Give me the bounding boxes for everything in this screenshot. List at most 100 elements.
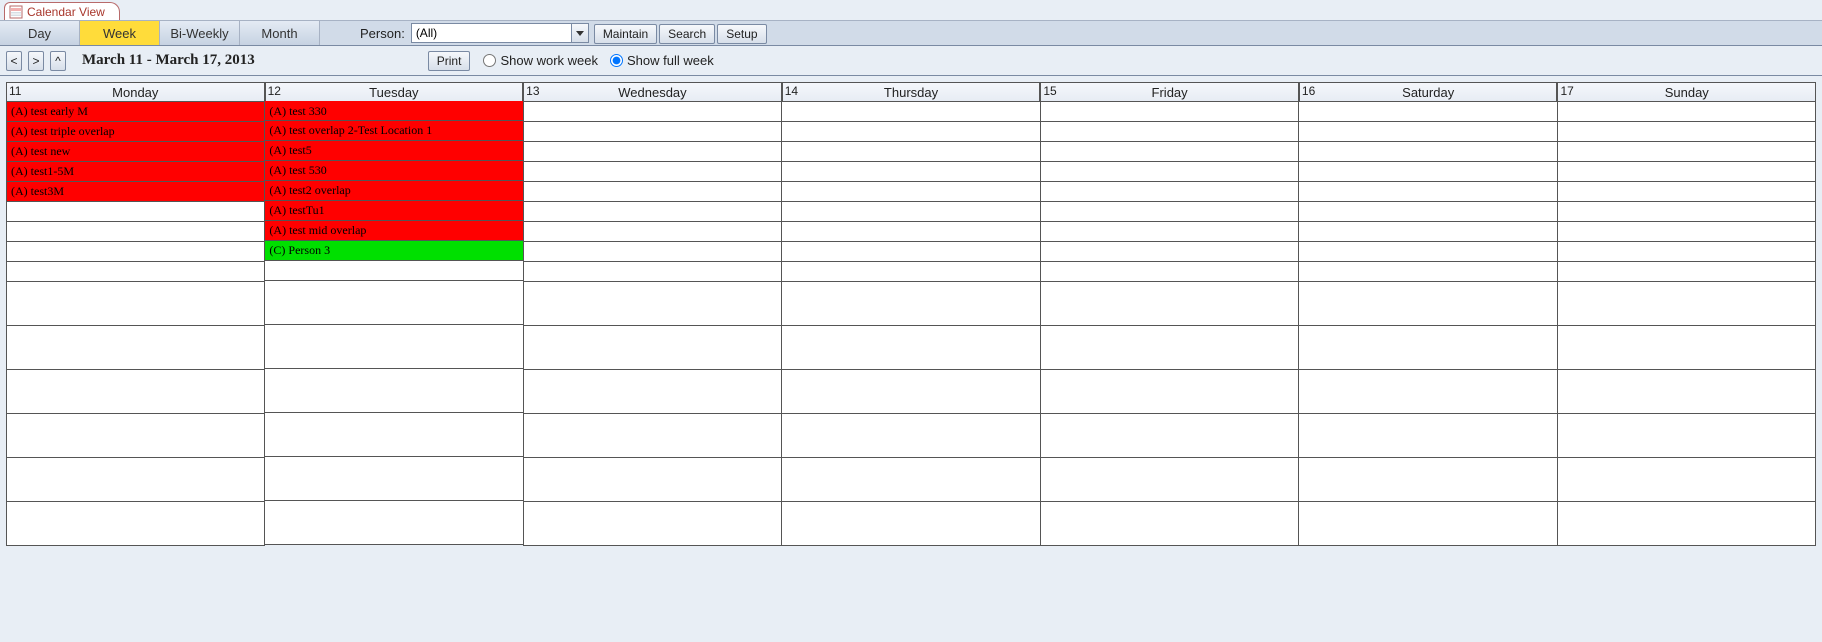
calendar-cell[interactable] bbox=[1558, 414, 1815, 458]
calendar-cell[interactable] bbox=[265, 369, 522, 413]
calendar-cell[interactable] bbox=[1041, 202, 1298, 222]
calendar-cell[interactable] bbox=[1299, 282, 1556, 326]
calendar-cell[interactable] bbox=[1558, 242, 1815, 262]
calendar-event[interactable]: (C) Person 3 bbox=[265, 241, 522, 261]
calendar-event[interactable]: (A) test mid overlap bbox=[265, 221, 522, 241]
calendar-event[interactable]: (A) test new bbox=[7, 142, 264, 162]
calendar-event[interactable]: (A) test early M bbox=[7, 102, 264, 122]
calendar-cell[interactable] bbox=[265, 325, 522, 369]
calendar-cell[interactable] bbox=[1558, 370, 1815, 414]
calendar-event[interactable]: (A) testTu1 bbox=[265, 201, 522, 221]
calendar-cell[interactable] bbox=[1041, 414, 1298, 458]
person-select[interactable] bbox=[411, 24, 589, 42]
calendar-cell[interactable] bbox=[782, 414, 1039, 458]
calendar-cell[interactable] bbox=[7, 326, 264, 370]
calendar-cell[interactable] bbox=[7, 262, 264, 282]
calendar-cell[interactable] bbox=[1299, 370, 1556, 414]
calendar-cell[interactable] bbox=[1299, 122, 1556, 142]
calendar-cell[interactable] bbox=[1299, 414, 1556, 458]
day-header-friday[interactable]: 15Friday bbox=[1040, 83, 1299, 101]
calendar-cell[interactable] bbox=[782, 202, 1039, 222]
calendar-cell[interactable] bbox=[7, 242, 264, 262]
calendar-event[interactable]: (A) test2 overlap bbox=[265, 181, 522, 201]
calendar-cell[interactable] bbox=[524, 502, 781, 546]
calendar-cell[interactable] bbox=[782, 222, 1039, 242]
calendar-cell[interactable] bbox=[7, 222, 264, 242]
calendar-cell[interactable] bbox=[782, 262, 1039, 282]
calendar-cell[interactable] bbox=[1041, 326, 1298, 370]
calendar-cell[interactable] bbox=[7, 370, 264, 414]
calendar-cell[interactable] bbox=[1558, 282, 1815, 326]
calendar-cell[interactable] bbox=[1041, 122, 1298, 142]
calendar-cell[interactable] bbox=[1041, 502, 1298, 546]
calendar-cell[interactable] bbox=[1299, 162, 1556, 182]
calendar-cell[interactable] bbox=[1041, 182, 1298, 202]
calendar-cell[interactable] bbox=[782, 370, 1039, 414]
calendar-cell[interactable] bbox=[782, 242, 1039, 262]
maintain-button[interactable]: Maintain bbox=[594, 24, 657, 44]
calendar-cell[interactable] bbox=[524, 142, 781, 162]
calendar-cell[interactable] bbox=[265, 281, 522, 325]
calendar-cell[interactable] bbox=[524, 326, 781, 370]
day-header-thursday[interactable]: 14Thursday bbox=[782, 83, 1041, 101]
calendar-cell[interactable] bbox=[1558, 162, 1815, 182]
person-input[interactable] bbox=[411, 23, 571, 43]
calendar-cell[interactable] bbox=[524, 162, 781, 182]
calendar-cell[interactable] bbox=[1041, 262, 1298, 282]
calendar-cell[interactable] bbox=[1299, 242, 1556, 262]
tab-calendar-view[interactable]: Calendar View bbox=[4, 2, 120, 20]
calendar-event[interactable]: (A) test3M bbox=[7, 182, 264, 202]
calendar-cell[interactable] bbox=[265, 457, 522, 501]
calendar-cell[interactable] bbox=[782, 102, 1039, 122]
view-button-day[interactable]: Day bbox=[0, 21, 80, 45]
setup-button[interactable]: Setup bbox=[717, 24, 766, 44]
day-header-sunday[interactable]: 17Sunday bbox=[1557, 83, 1816, 101]
calendar-cell[interactable] bbox=[524, 414, 781, 458]
prev-button[interactable]: < bbox=[6, 51, 22, 71]
calendar-cell[interactable] bbox=[1558, 142, 1815, 162]
calendar-cell[interactable] bbox=[524, 370, 781, 414]
calendar-cell[interactable] bbox=[1299, 326, 1556, 370]
calendar-cell[interactable] bbox=[782, 502, 1039, 546]
calendar-cell[interactable] bbox=[782, 326, 1039, 370]
calendar-cell[interactable] bbox=[782, 458, 1039, 502]
calendar-event[interactable]: (A) test 530 bbox=[265, 161, 522, 181]
day-header-monday[interactable]: 11Monday bbox=[6, 83, 265, 101]
calendar-cell[interactable] bbox=[1299, 502, 1556, 546]
calendar-cell[interactable] bbox=[1558, 122, 1815, 142]
calendar-cell[interactable] bbox=[1558, 182, 1815, 202]
person-dropdown-button[interactable] bbox=[571, 23, 589, 43]
calendar-cell[interactable] bbox=[524, 102, 781, 122]
calendar-cell[interactable] bbox=[1299, 262, 1556, 282]
day-header-tuesday[interactable]: 12Tuesday bbox=[265, 83, 524, 101]
calendar-cell[interactable] bbox=[1558, 222, 1815, 242]
calendar-cell[interactable] bbox=[524, 282, 781, 326]
calendar-event[interactable]: (A) test 330 bbox=[265, 101, 522, 121]
print-button[interactable]: Print bbox=[428, 51, 471, 71]
next-button[interactable]: > bbox=[28, 51, 44, 71]
calendar-cell[interactable] bbox=[1041, 222, 1298, 242]
calendar-cell[interactable] bbox=[1558, 102, 1815, 122]
calendar-cell[interactable] bbox=[524, 122, 781, 142]
calendar-cell[interactable] bbox=[1041, 458, 1298, 502]
calendar-cell[interactable] bbox=[524, 242, 781, 262]
search-button[interactable]: Search bbox=[659, 24, 715, 44]
calendar-cell[interactable] bbox=[524, 182, 781, 202]
calendar-cell[interactable] bbox=[782, 182, 1039, 202]
calendar-cell[interactable] bbox=[782, 122, 1039, 142]
calendar-cell[interactable] bbox=[7, 502, 264, 546]
calendar-cell[interactable] bbox=[1558, 202, 1815, 222]
calendar-event[interactable]: (A) test1-5M bbox=[7, 162, 264, 182]
calendar-cell[interactable] bbox=[265, 261, 522, 281]
calendar-cell[interactable] bbox=[7, 282, 264, 326]
calendar-cell[interactable] bbox=[1041, 162, 1298, 182]
calendar-cell[interactable] bbox=[7, 414, 264, 458]
calendar-cell[interactable] bbox=[1558, 326, 1815, 370]
calendar-cell[interactable] bbox=[524, 458, 781, 502]
calendar-cell[interactable] bbox=[1299, 222, 1556, 242]
calendar-cell[interactable] bbox=[1041, 142, 1298, 162]
calendar-event[interactable]: (A) test overlap 2-Test Location 1 bbox=[265, 121, 522, 141]
calendar-cell[interactable] bbox=[1299, 102, 1556, 122]
calendar-event[interactable]: (A) test triple overlap bbox=[7, 122, 264, 142]
view-button-month[interactable]: Month bbox=[240, 21, 320, 45]
